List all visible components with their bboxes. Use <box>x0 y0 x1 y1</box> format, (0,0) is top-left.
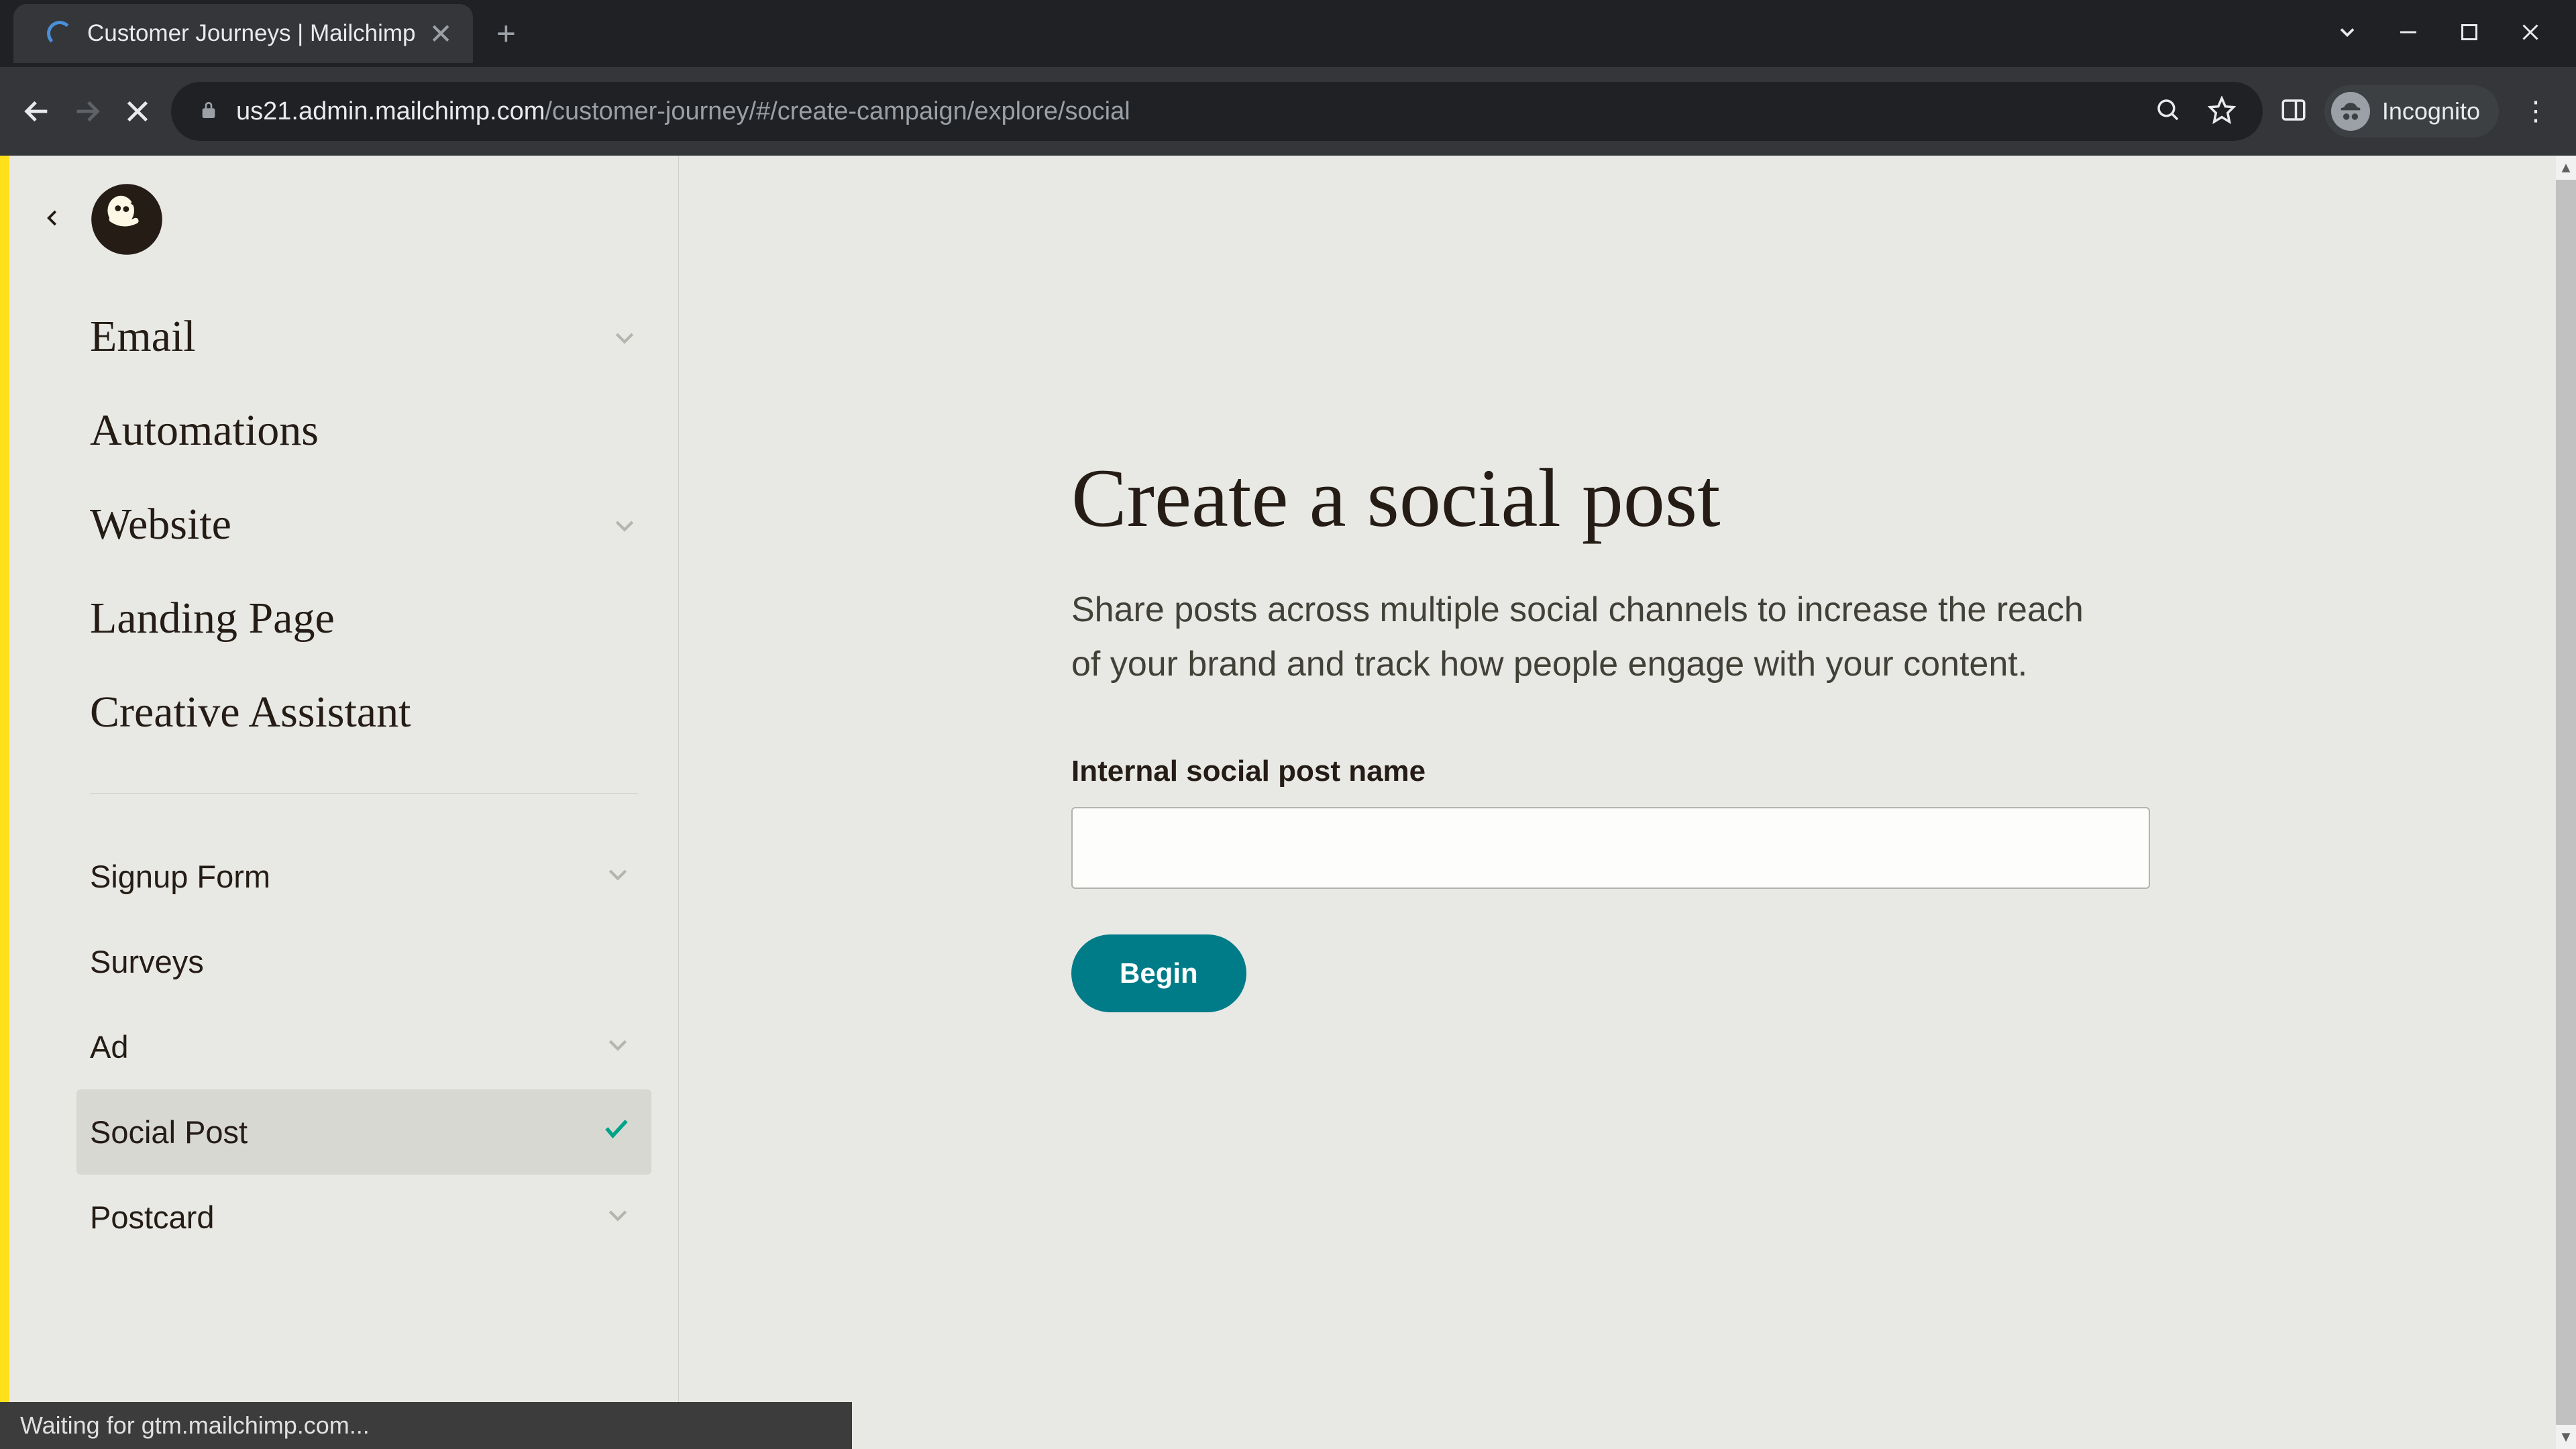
main-content: Create a social post Share posts across … <box>679 156 2576 1449</box>
close-window-icon[interactable] <box>2518 20 2542 48</box>
nav-label: Postcard <box>90 1199 214 1236</box>
accent-strip <box>0 156 9 1449</box>
nav-label: Social Post <box>90 1114 248 1150</box>
app-content: Email Automations Website Landing Page C… <box>0 156 2576 1449</box>
scrollbar[interactable]: ▲ ▼ <box>2556 156 2576 1449</box>
nav-label: Email <box>90 311 196 362</box>
nav-item-email[interactable]: Email <box>90 290 638 384</box>
stop-loading-button[interactable] <box>121 95 154 128</box>
nav-label: Ad <box>90 1028 129 1065</box>
address-bar[interactable]: us21.admin.mailchimp.com/customer-journe… <box>171 82 2263 141</box>
nav-label: Creative Assistant <box>90 687 411 738</box>
nav-label: Automations <box>90 405 319 456</box>
scrollbar-thumb[interactable] <box>2556 180 2576 1425</box>
back-button[interactable] <box>20 95 54 128</box>
nav-item-landing-page[interactable]: Landing Page <box>90 572 638 665</box>
chevron-down-icon <box>604 1199 631 1236</box>
nav-label: Landing Page <box>90 593 335 644</box>
nav-label: Signup Form <box>90 858 270 895</box>
nav-item-automations[interactable]: Automations <box>90 384 638 478</box>
minimize-window-icon[interactable] <box>2396 20 2420 48</box>
nav-item-surveys[interactable]: Surveys <box>76 919 651 1004</box>
nav-item-ad[interactable]: Ad <box>76 1004 651 1089</box>
nav-divider <box>90 793 638 794</box>
nav-item-social-post[interactable]: Social Post <box>76 1089 651 1175</box>
bookmark-star-icon[interactable] <box>2208 96 2236 127</box>
nav-item-creative-assistant[interactable]: Creative Assistant <box>90 665 638 759</box>
page-description: Share posts across multiple social chann… <box>1071 583 2118 691</box>
chevron-down-icon <box>611 499 638 550</box>
nav-item-website[interactable]: Website <box>90 478 638 572</box>
page-title: Create a social post <box>1071 451 2158 546</box>
scroll-down-icon[interactable]: ▼ <box>2556 1425 2576 1449</box>
sidebar-header <box>9 182 678 290</box>
browser-chrome: Customer Journeys | Mailchimp ✕ + <box>0 0 2576 156</box>
tab-search-icon[interactable] <box>2335 20 2359 48</box>
incognito-icon <box>2331 92 2370 131</box>
chevron-down-icon <box>611 311 638 362</box>
nav-item-signup-form[interactable]: Signup Form <box>76 834 651 919</box>
back-caret-icon[interactable] <box>43 208 63 231</box>
tab-title: Customer Journeys | Mailchimp <box>87 20 416 47</box>
loading-spinner-icon <box>47 21 72 46</box>
close-tab-icon[interactable]: ✕ <box>429 17 453 50</box>
incognito-label: Incognito <box>2382 97 2480 125</box>
field-label: Internal social post name <box>1071 755 2158 788</box>
mailchimp-logo-icon[interactable] <box>90 182 164 256</box>
address-bar-row: us21.admin.mailchimp.com/customer-journe… <box>0 67 2576 156</box>
maximize-window-icon[interactable] <box>2457 20 2481 48</box>
side-panel-icon[interactable] <box>2279 96 2308 127</box>
lock-icon[interactable] <box>198 99 219 124</box>
tab-bar: Customer Journeys | Mailchimp ✕ + <box>0 0 2576 67</box>
social-post-name-input[interactable] <box>1071 807 2150 889</box>
chevron-down-icon <box>604 858 631 895</box>
nav-label: Website <box>90 499 231 550</box>
check-icon <box>602 1114 631 1150</box>
scroll-up-icon[interactable]: ▲ <box>2556 156 2576 180</box>
forward-button[interactable] <box>70 95 104 128</box>
begin-button[interactable]: Begin <box>1071 934 1246 1012</box>
url-text: us21.admin.mailchimp.com/customer-journe… <box>236 97 1130 126</box>
nav-primary-section: Email Automations Website Landing Page C… <box>9 290 678 1260</box>
nav-label: Surveys <box>90 943 204 980</box>
window-controls <box>2335 20 2563 48</box>
search-icon[interactable] <box>2154 96 2182 127</box>
new-tab-button[interactable]: + <box>496 14 516 53</box>
status-bar: Waiting for gtm.mailchimp.com... <box>0 1402 852 1449</box>
sidebar: Email Automations Website Landing Page C… <box>9 156 679 1449</box>
incognito-indicator[interactable]: Incognito <box>2324 85 2499 138</box>
nav-item-postcard[interactable]: Postcard <box>76 1175 651 1260</box>
chevron-down-icon <box>604 1028 631 1065</box>
browser-menu-icon[interactable]: ⋮ <box>2516 96 2556 127</box>
browser-tab[interactable]: Customer Journeys | Mailchimp ✕ <box>13 4 473 63</box>
